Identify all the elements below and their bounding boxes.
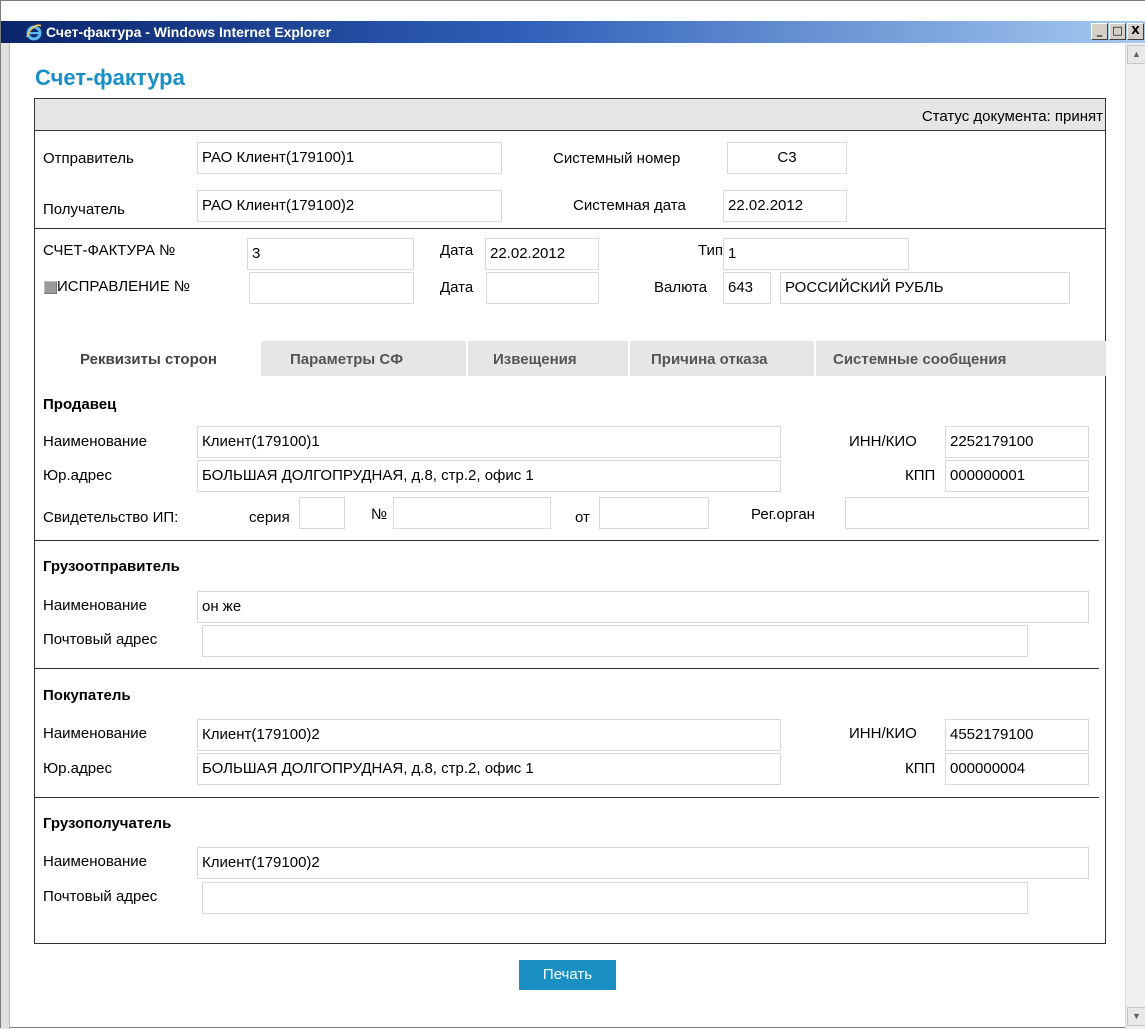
correction-date-label: Дата: [440, 279, 474, 296]
divider: [35, 797, 1099, 798]
sender-label: Отправитель: [43, 150, 134, 167]
top-strip: [1, 1, 1145, 21]
window-title: Счет-фактура - Windows Internet Explorer: [46, 24, 332, 40]
tab-rejection[interactable]: Причина отказа: [651, 341, 767, 376]
sysnum-field[interactable]: С3: [727, 142, 847, 174]
buyer-heading: Покупатель: [43, 687, 131, 704]
buyer-kpp-label: КПП: [905, 760, 936, 777]
currency-label: Валюта: [654, 279, 708, 296]
shipper-name-label: Наименование: [43, 597, 147, 614]
divider: [35, 228, 1105, 229]
status-bar: Статус документа: принят: [35, 99, 1105, 131]
correction-checkbox[interactable]: [44, 281, 57, 294]
invoice-number-label: СЧЕТ-ФАКТУРА №: [43, 242, 176, 259]
seller-address-label: Юр.адрес: [43, 467, 112, 484]
print-button[interactable]: Печать: [519, 960, 616, 990]
scroll-up-icon[interactable]: ▲: [1127, 45, 1145, 64]
maximize-button[interactable]: □: [1109, 23, 1126, 40]
shipper-postal-label: Почтовый адрес: [43, 631, 158, 648]
recipient-field[interactable]: РАО Клиент(179100)2: [197, 190, 502, 222]
tab-notices[interactable]: Извещения: [493, 341, 577, 376]
currency-name-field[interactable]: РОССИЙСКИЙ РУБЛЬ: [780, 272, 1070, 304]
recipient-label: Получатель: [43, 201, 125, 218]
correction-date-field[interactable]: [486, 272, 599, 304]
ip-from-field[interactable]: [599, 497, 709, 529]
seller-name-label: Наименование: [43, 433, 147, 450]
buyer-name-label: Наименование: [43, 725, 147, 742]
regorgan-field[interactable]: [845, 497, 1089, 529]
invoice-number-field[interactable]: 3: [247, 238, 414, 270]
correction-number-field[interactable]: [249, 272, 414, 304]
consignee-postal-field[interactable]: [202, 882, 1028, 914]
seller-name-field[interactable]: Клиент(179100)1: [197, 426, 781, 458]
shipper-heading: Грузоотправитель: [43, 558, 180, 575]
browser-window: Счет-фактура - Windows Internet Explorer…: [0, 0, 1145, 1029]
ip-series-field[interactable]: [299, 497, 345, 529]
window-left-edge: [1, 43, 10, 1029]
tab-system-messages[interactable]: Системные сообщения: [833, 341, 1006, 376]
minimize-button[interactable]: _: [1091, 23, 1108, 40]
ie-icon: [26, 24, 42, 41]
divider: [35, 668, 1099, 669]
invoice-date-label: Дата: [440, 242, 474, 259]
consignee-name-label: Наименование: [43, 853, 147, 870]
correction-label: ИСПРАВЛЕНИЕ №: [57, 278, 190, 295]
seller-kpp-field[interactable]: 000000001: [945, 460, 1089, 492]
seller-inn-label: ИНН/КИО: [849, 433, 917, 450]
tab-invoice-params[interactable]: Параметры СФ: [290, 341, 403, 376]
shipper-postal-field[interactable]: [202, 625, 1028, 657]
sender-field[interactable]: РАО Клиент(179100)1: [197, 142, 502, 174]
sysdate-label: Системная дата: [573, 197, 686, 214]
buyer-kpp-field[interactable]: 000000004: [945, 753, 1089, 785]
consignee-postal-label: Почтовый адрес: [43, 888, 158, 905]
shipper-name-field[interactable]: он же: [197, 591, 1089, 623]
scroll-down-icon[interactable]: ▼: [1127, 1007, 1145, 1026]
vertical-scrollbar[interactable]: ▲ ▼: [1125, 43, 1145, 1029]
type-field[interactable]: 1: [723, 238, 909, 270]
type-label: Тип: [698, 242, 724, 259]
divider: [35, 540, 1099, 541]
tab-bar: Реквизиты сторон Параметры СФ Извещения …: [36, 341, 1106, 376]
tab-separator: [814, 341, 816, 376]
status-text: Статус документа: принят: [921, 108, 1103, 125]
tab-separator: [628, 341, 630, 376]
sysdate-field[interactable]: 22.02.2012: [723, 190, 847, 222]
buyer-name-field[interactable]: Клиент(179100)2: [197, 719, 781, 751]
buyer-address-field[interactable]: БОЛЬШАЯ ДОЛГОПРУДНАЯ, д.8, стр.2, офис 1: [197, 753, 781, 785]
regorgan-label: Рег.орган: [751, 506, 815, 523]
sysnum-label: Системный номер: [553, 150, 681, 167]
tab-parties[interactable]: Реквизиты сторон: [36, 341, 261, 376]
consignee-heading: Грузополучатель: [43, 815, 172, 832]
ip-cert-label: Свидетельство ИП:: [43, 509, 179, 526]
tab-separator: [466, 341, 468, 376]
seller-inn-field[interactable]: 2252179100: [945, 426, 1089, 458]
consignee-name-field[interactable]: Клиент(179100)2: [197, 847, 1089, 879]
ip-from-label: от: [575, 509, 590, 526]
close-button[interactable]: X: [1127, 23, 1144, 40]
ip-number-label: №: [371, 506, 388, 523]
page-title: Счет-фактура: [35, 65, 185, 90]
ip-number-field[interactable]: [393, 497, 551, 529]
buyer-address-label: Юр.адрес: [43, 760, 112, 777]
title-bar: Счет-фактура - Windows Internet Explorer…: [1, 21, 1145, 43]
seller-heading: Продавец: [43, 396, 117, 413]
seller-kpp-label: КПП: [905, 467, 936, 484]
currency-code-field[interactable]: 643: [723, 272, 771, 304]
document-form: Статус документа: принят Отправитель РАО…: [34, 98, 1106, 944]
buyer-inn-field[interactable]: 4552179100: [945, 719, 1089, 751]
seller-address-field[interactable]: БОЛЬШАЯ ДОЛГОПРУДНАЯ, д.8, стр.2, офис 1: [197, 460, 781, 492]
invoice-date-field[interactable]: 22.02.2012: [485, 238, 599, 270]
ip-series-label: серия: [249, 509, 290, 526]
buyer-inn-label: ИНН/КИО: [849, 725, 917, 742]
